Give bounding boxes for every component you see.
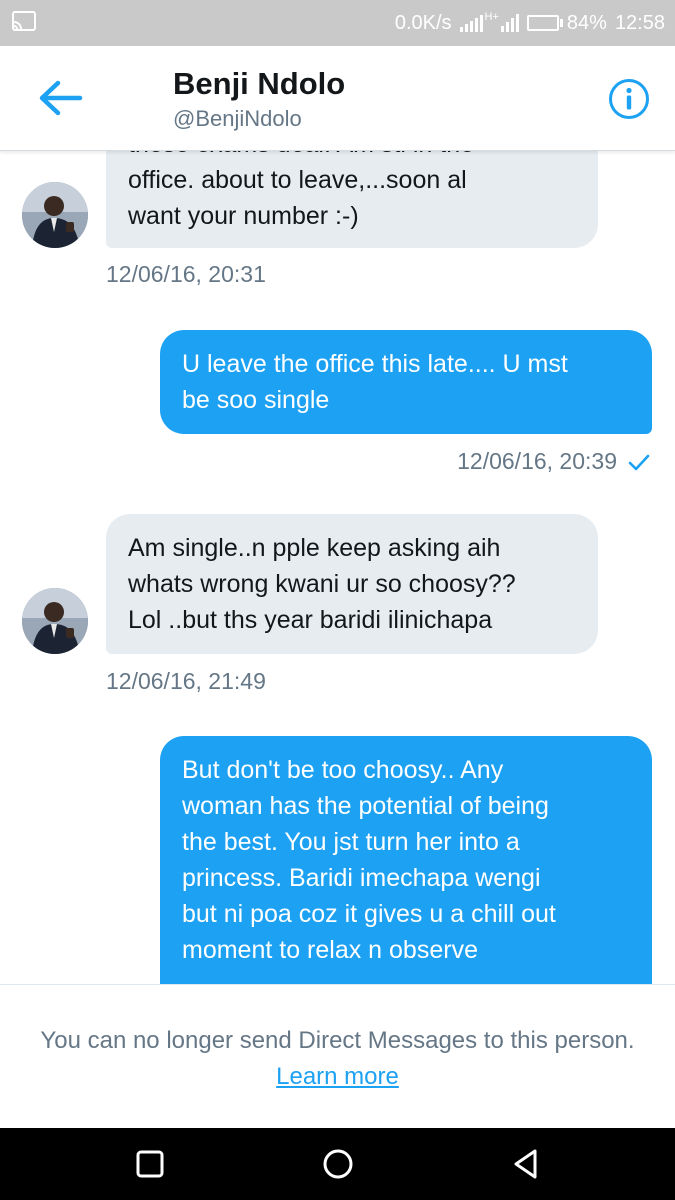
message-thread[interactable]: these exams deal. Am stl in the office. … xyxy=(0,150,675,984)
signal-icon-2 xyxy=(500,14,519,32)
message-timestamp: 12/06/16, 20:39 xyxy=(457,448,651,475)
message-line: Am single..n pple keep asking aih xyxy=(128,534,501,562)
network-type: H+ xyxy=(484,11,499,23)
cast-icon xyxy=(12,11,36,31)
message-timestamp: 12/06/16, 21:49 xyxy=(106,668,266,694)
message-bubble-incoming[interactable]: these exams deal. Am stl in the office. … xyxy=(106,150,598,248)
system-nav-bar xyxy=(0,1128,675,1200)
message-line: whats wrong kwani ur so choosy?? xyxy=(128,570,516,598)
message-line: Lol ..but ths year baridi ilinichapa xyxy=(128,606,493,634)
message-line: these exams deal. Am stl in the xyxy=(128,150,576,162)
message-line: princess. Baridi imechapa wengi xyxy=(182,864,541,892)
back-triangle-icon[interactable] xyxy=(508,1146,544,1182)
message-timestamp: 12/06/16, 20:31 xyxy=(106,261,266,287)
message-line: be soo single xyxy=(182,386,330,414)
message-line: the best. You jst turn her into a xyxy=(182,828,520,856)
contact-name: Benji Ndolo xyxy=(173,66,346,101)
avatar[interactable] xyxy=(22,588,88,654)
message-line: want your number :-) xyxy=(128,202,359,230)
status-bar: 0.0K/s H+ 84% 12:58 xyxy=(0,0,675,46)
message-bubble-incoming[interactable]: Am single..n pple keep asking aih whats … xyxy=(106,514,598,654)
message-line: U leave the office this late.... U mst xyxy=(182,350,568,378)
message-line: moment to relax n observe xyxy=(182,936,478,964)
avatar-image xyxy=(22,182,88,248)
avatar-image xyxy=(22,588,88,654)
arrow-left-icon[interactable] xyxy=(36,78,84,118)
clock: 12:58 xyxy=(614,11,665,34)
checkmark-icon xyxy=(628,454,650,471)
battery-icon xyxy=(526,15,563,31)
message-line: woman has the potential of being xyxy=(182,792,549,820)
network-speed: 0.0K/s xyxy=(394,11,452,34)
info-icon[interactable] xyxy=(608,78,650,120)
message-bubble-outgoing[interactable]: U leave the office this late.... U mst b… xyxy=(160,330,652,434)
avatar[interactable] xyxy=(22,182,88,248)
message-bubble-outgoing[interactable]: But don't be too choosy.. Any woman has … xyxy=(160,736,652,984)
dm-disabled-notice: You can no longer send Direct Messages t… xyxy=(40,1023,635,1095)
learn-more-link[interactable]: Learn more xyxy=(276,1063,399,1090)
notice-text: You can no longer send Direct Messages t… xyxy=(40,1027,635,1054)
dm-disabled-footer: You can no longer send Direct Messages t… xyxy=(0,984,675,1129)
recents-square-icon[interactable] xyxy=(132,1146,168,1182)
message-line: But don't be too choosy.. Any xyxy=(182,756,504,784)
contact-handle: @BenjiNdolo xyxy=(173,106,302,131)
message-line: office. about to leave,...soon al xyxy=(128,166,467,194)
message-line: but ni poa coz it gives u a chill out xyxy=(182,900,556,928)
home-circle-icon[interactable] xyxy=(320,1146,356,1182)
signal-icon xyxy=(459,14,483,32)
conversation-header: Benji Ndolo @BenjiNdolo xyxy=(0,46,675,151)
battery-percent: 84% xyxy=(566,11,607,34)
timestamp-text: 12/06/16, 20:39 xyxy=(457,448,617,474)
